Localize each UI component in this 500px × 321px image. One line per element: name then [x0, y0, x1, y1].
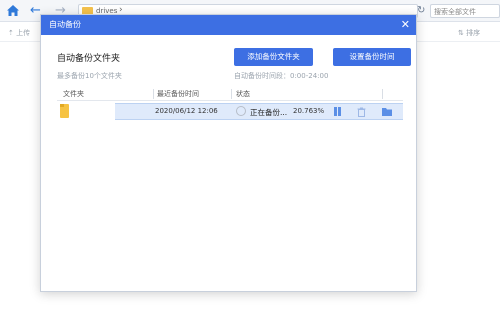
pause-icon[interactable]	[333, 107, 342, 116]
open-folder-icon[interactable]	[382, 107, 392, 116]
backup-progress-percent: 20.763%	[293, 107, 325, 115]
home-icon[interactable]	[6, 4, 20, 17]
syncing-icon	[236, 106, 246, 116]
close-icon[interactable]: ✕	[401, 15, 410, 35]
last-backup-time: 2020/06/12 12:06	[155, 107, 218, 115]
set-backup-time-button[interactable]: 设置备份时间	[333, 48, 411, 66]
trash-icon[interactable]	[357, 107, 366, 117]
column-header-folder: 文件夹	[63, 90, 84, 98]
search-input[interactable]: 搜索全部文件	[430, 4, 500, 18]
upload-button[interactable]: ⇡ 上传	[8, 28, 30, 38]
sort-label: 排序	[466, 29, 481, 37]
refresh-icon[interactable]: ↻	[417, 5, 425, 16]
sort-button[interactable]: ⇅ 排序	[458, 28, 480, 38]
section-title: 自动备份文件夹	[57, 54, 121, 64]
add-backup-folder-button[interactable]: 添加备份文件夹	[234, 48, 313, 66]
backup-status: 正在备份...	[250, 108, 288, 117]
table-header: 文件夹 最近备份时间 状态	[57, 87, 403, 101]
max-folders-hint: 最多备份10个文件夹	[57, 72, 122, 80]
folder-icon	[60, 104, 69, 118]
auto-backup-dialog: 自动备份 ✕ 自动备份文件夹 最多备份10个文件夹 添加备份文件夹 设置备份时间…	[40, 14, 417, 292]
column-header-status: 状态	[236, 90, 250, 98]
table-row[interactable]: 2020/06/12 12:06 正在备份... 20.763%	[57, 103, 403, 120]
column-header-last-backup: 最近备份时间	[157, 90, 199, 98]
dialog-titlebar: 自动备份 ✕	[41, 15, 416, 35]
column-divider	[231, 89, 232, 99]
column-divider	[153, 89, 154, 99]
upload-label: 上传	[16, 29, 31, 37]
backup-time-range: 自动备份时间段：0:00-24:00	[234, 72, 329, 80]
dialog-title: 自动备份	[49, 20, 81, 29]
column-divider	[382, 89, 383, 99]
